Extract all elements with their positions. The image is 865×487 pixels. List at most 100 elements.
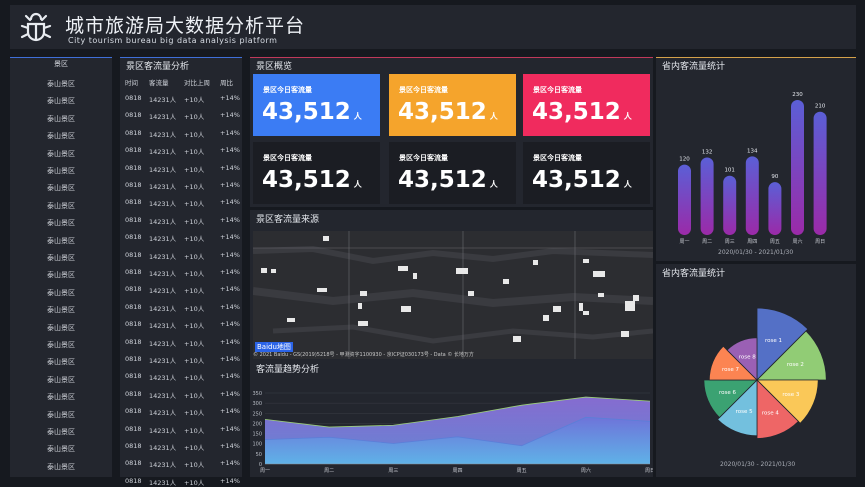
province-bar-panel: 省内客流量统计 120 周一 132 周二 101 周三 134 周四 90 周五 230 周六 210… <box>656 57 856 261</box>
table-cell: +10人 <box>184 165 205 174</box>
scenic-list-item[interactable]: 泰山景区 <box>10 427 112 437</box>
table-cell: +10人 <box>184 391 205 400</box>
table-cell: +10人 <box>184 444 205 452</box>
rose-slice-label: rose 7 <box>722 367 740 373</box>
province-bar-date: 2020/01/30 - 2021/01/30 <box>718 249 794 256</box>
scenic-list-item[interactable]: 泰山景区 <box>10 392 112 402</box>
scenic-list-item[interactable]: 泰山景区 <box>10 79 112 89</box>
x-tick-label: 周六 <box>581 467 591 474</box>
y-tick-label: 300 <box>252 401 262 407</box>
table-cell: +14% <box>220 94 240 102</box>
province-rose-date: 2020/01/30 - 2021/01/30 <box>720 461 796 468</box>
card-number: 43,512 <box>262 99 351 125</box>
scenic-list-item[interactable]: 泰山景区 <box>10 288 112 298</box>
bar[interactable] <box>768 182 782 235</box>
x-tick-label: 周二 <box>324 468 334 474</box>
card-unit: 人 <box>353 180 362 189</box>
scenic-list-item[interactable]: 泰山景区 <box>10 236 112 246</box>
table-cell: +10人 <box>184 339 205 348</box>
visitor-card: 景区今日客流量 43,512 人 <box>253 142 380 204</box>
table-cell: +10人 <box>184 130 205 139</box>
scenic-list-item[interactable]: 泰山景区 <box>10 270 112 280</box>
bar-category-label: 周三 <box>725 239 735 245</box>
table-cell: 14231人 <box>149 374 177 383</box>
table-cell: +14% <box>220 146 240 155</box>
scenic-list-item[interactable]: 泰山景区 <box>10 410 112 420</box>
bar[interactable] <box>791 100 804 235</box>
scenic-list-item[interactable]: 泰山景区 <box>10 462 112 472</box>
x-tick-label: 周五 <box>517 468 527 474</box>
table-cell: +14% <box>220 407 240 416</box>
table-cell: 14231人 <box>149 322 177 331</box>
table-cell: 0818 <box>125 442 142 450</box>
table-cell: 0818 <box>125 128 142 137</box>
bar[interactable] <box>723 175 737 235</box>
scenic-list-item[interactable]: 泰山景区 <box>10 323 112 333</box>
scenic-list-item[interactable]: 泰山景区 <box>10 114 112 124</box>
rose-slice-label: rose 4 <box>762 410 780 416</box>
bar[interactable] <box>813 111 827 235</box>
table-cell: +10人 <box>184 304 205 313</box>
x-tick-label: 周四 <box>452 468 462 474</box>
table-cell: 0818 <box>125 181 142 189</box>
bar-value-label: 101 <box>724 168 735 174</box>
scenic-list-item[interactable]: 泰山景区 <box>10 357 112 367</box>
province-rose-panel: 省内客流量统计 rose 1 rose 2 rose 3 rose 4 rose 5 ro… <box>656 264 856 477</box>
card-label: 景区今日客流量 <box>399 154 448 162</box>
bar-value-label: 90 <box>771 174 778 180</box>
panel-top-line <box>250 57 653 58</box>
x-tick-label: 周日 <box>645 468 653 474</box>
trend-chart: 050100150200250300350周一 周二 周三 周四 周五 周六 周日 <box>252 391 653 474</box>
dashboard-page: 城市旅游局大数据分析平台 City tourism bureau big dat… <box>0 0 865 487</box>
table-cell: +10人 <box>184 252 205 261</box>
visitor-card: 景区今日客流量 43,512 人 <box>523 74 650 136</box>
map-canvas <box>253 231 653 359</box>
scenic-list-item[interactable]: 泰山景区 <box>10 305 112 315</box>
table-cell: 14231人 <box>149 217 177 226</box>
source-map[interactable]: Baidu地图 © 2021 Baidu - GS(2019)5218号 - 甲… <box>253 231 653 359</box>
scenic-list-item[interactable]: 泰山景区 <box>10 253 112 263</box>
table-cell: +10人 <box>184 409 205 418</box>
y-tick-label: 350 <box>252 391 262 397</box>
scenic-list-item[interactable]: 泰山景区 <box>10 444 112 454</box>
flow-table-panel: 景区客流量分析 时间 客流量 对比上周 周比 0818 14231人 +10人 +14% 081… <box>120 57 242 487</box>
panel-top-line <box>120 57 242 58</box>
page-subtitle: City tourism bureau big data analysis pl… <box>68 36 278 45</box>
scenic-list-item[interactable]: 泰山景区 <box>10 201 112 211</box>
bar-value-label: 230 <box>792 92 803 98</box>
scenic-list-item[interactable]: 泰山景区 <box>10 131 112 141</box>
scenic-list-item[interactable]: 泰山景区 <box>10 340 112 350</box>
visitor-card: 景区今日客流量 43,512 人 <box>253 74 380 136</box>
table-cell: 0818 <box>125 302 142 311</box>
table-cell: 14231人 <box>149 304 177 313</box>
table-cell: 0818 <box>125 233 142 242</box>
card-unit: 人 <box>489 112 498 121</box>
bar[interactable] <box>700 157 714 235</box>
scenic-list-item[interactable]: 泰山景区 <box>10 166 112 176</box>
scenic-list-item[interactable]: 泰山景区 <box>10 149 112 159</box>
table-cell: +14% <box>220 111 240 120</box>
table-cell: 14231人 <box>149 409 177 418</box>
table-cell: +14% <box>220 424 240 433</box>
card-value: 43,512 人 <box>532 99 632 125</box>
scenic-list-item[interactable]: 泰山景区 <box>10 375 112 385</box>
flow-table-title: 景区客流量分析 <box>126 62 190 72</box>
table-cell: 0818 <box>125 337 142 346</box>
rose-slice-label: rose 2 <box>787 362 804 368</box>
bar[interactable] <box>678 164 691 235</box>
bug-logo-icon <box>20 12 52 42</box>
rose-slice-label: rose 5 <box>736 409 754 415</box>
scenic-list-item[interactable]: 泰山景区 <box>10 218 112 228</box>
y-tick-label: 50 <box>256 452 262 458</box>
table-cell: 14231人 <box>149 461 177 470</box>
card-number: 43,512 <box>532 167 621 193</box>
card-label: 景区今日客流量 <box>399 86 448 94</box>
scenic-list-item[interactable]: 泰山景区 <box>10 183 112 193</box>
x-tick-label: 周三 <box>388 468 398 474</box>
bar[interactable] <box>745 156 759 235</box>
scenic-list-item[interactable]: 泰山景区 <box>10 96 112 106</box>
province-rose-chart: rose 1 rose 2 rose 3 rose 4 rose 5 rose 6 rose… <box>703 307 827 439</box>
table-cell: 14231人 <box>149 287 177 296</box>
card-number: 43,512 <box>262 167 351 193</box>
table-cell: 0818 <box>125 250 142 259</box>
